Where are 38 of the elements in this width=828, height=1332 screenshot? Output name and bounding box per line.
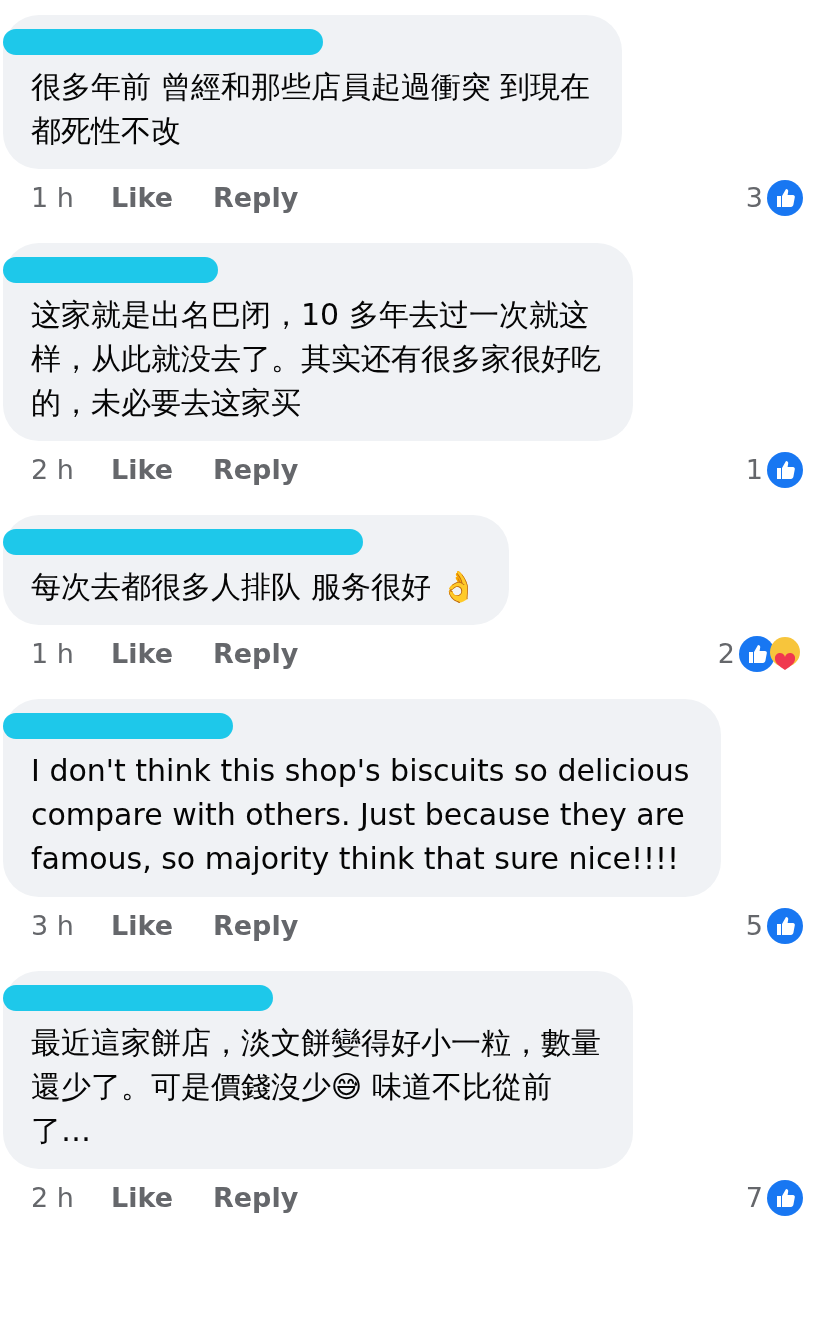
comment-text: 每次去都很多人排队 服务很好 👌 <box>31 568 478 606</box>
like-icon <box>739 636 775 672</box>
like-icon <box>767 908 803 944</box>
like-button[interactable]: Like <box>111 905 173 947</box>
like-button[interactable]: Like <box>111 633 173 675</box>
comment-text: 了… <box>31 1112 92 1150</box>
like-icon <box>767 1180 803 1216</box>
reaction-count: 5 <box>745 908 763 943</box>
reply-button[interactable]: Reply <box>213 177 299 219</box>
like-button[interactable]: Like <box>111 449 173 491</box>
like-button[interactable]: Like <box>111 1177 173 1219</box>
like-icon <box>767 452 803 488</box>
reaction-count: 1 <box>745 452 763 487</box>
like-button[interactable]: Like <box>111 177 173 219</box>
comment-text: 的，未必要去这家买 <box>31 384 302 422</box>
comment-text: 这家就是出名巴闭，10 多年去过一次就这 <box>31 296 590 334</box>
reply-button[interactable]: Reply <box>213 633 299 675</box>
comment-text: compare with others. Just because they are <box>31 796 686 834</box>
hug-emoji-icon <box>767 636 803 672</box>
reaction-count: 2 <box>717 636 735 671</box>
reply-button[interactable]: Reply <box>213 449 299 491</box>
comment-text: 样，从此就没去了。其实还有很多家很好吃 <box>31 340 601 378</box>
comment-text: 還少了。可是價錢沒少😅 味道不比從前 <box>31 1068 553 1106</box>
comment-text: I don't think this shop's biscuits so delicious <box>31 752 690 790</box>
like-icon <box>767 180 803 216</box>
timestamp: 3 h <box>31 908 75 943</box>
comment-text: 很多年前 曾經和那些店員起過衝突 到現在 <box>31 68 591 106</box>
timestamp: 2 h <box>31 1180 75 1215</box>
comment-text: 都死性不改 <box>31 112 182 150</box>
reply-button[interactable]: Reply <box>213 905 299 947</box>
timestamp: 1 h <box>31 636 75 671</box>
reply-button[interactable]: Reply <box>213 1177 299 1219</box>
reaction-count: 3 <box>745 180 763 215</box>
timestamp: 1 h <box>31 180 75 215</box>
reaction-count: 7 <box>745 1180 763 1215</box>
timestamp: 2 h <box>31 452 75 487</box>
comment-text: 最近這家餅店，淡文餅變得好小一粒，數量 <box>31 1024 601 1062</box>
comment-text: famous, so majority think that sure nice!!!! <box>31 840 680 878</box>
